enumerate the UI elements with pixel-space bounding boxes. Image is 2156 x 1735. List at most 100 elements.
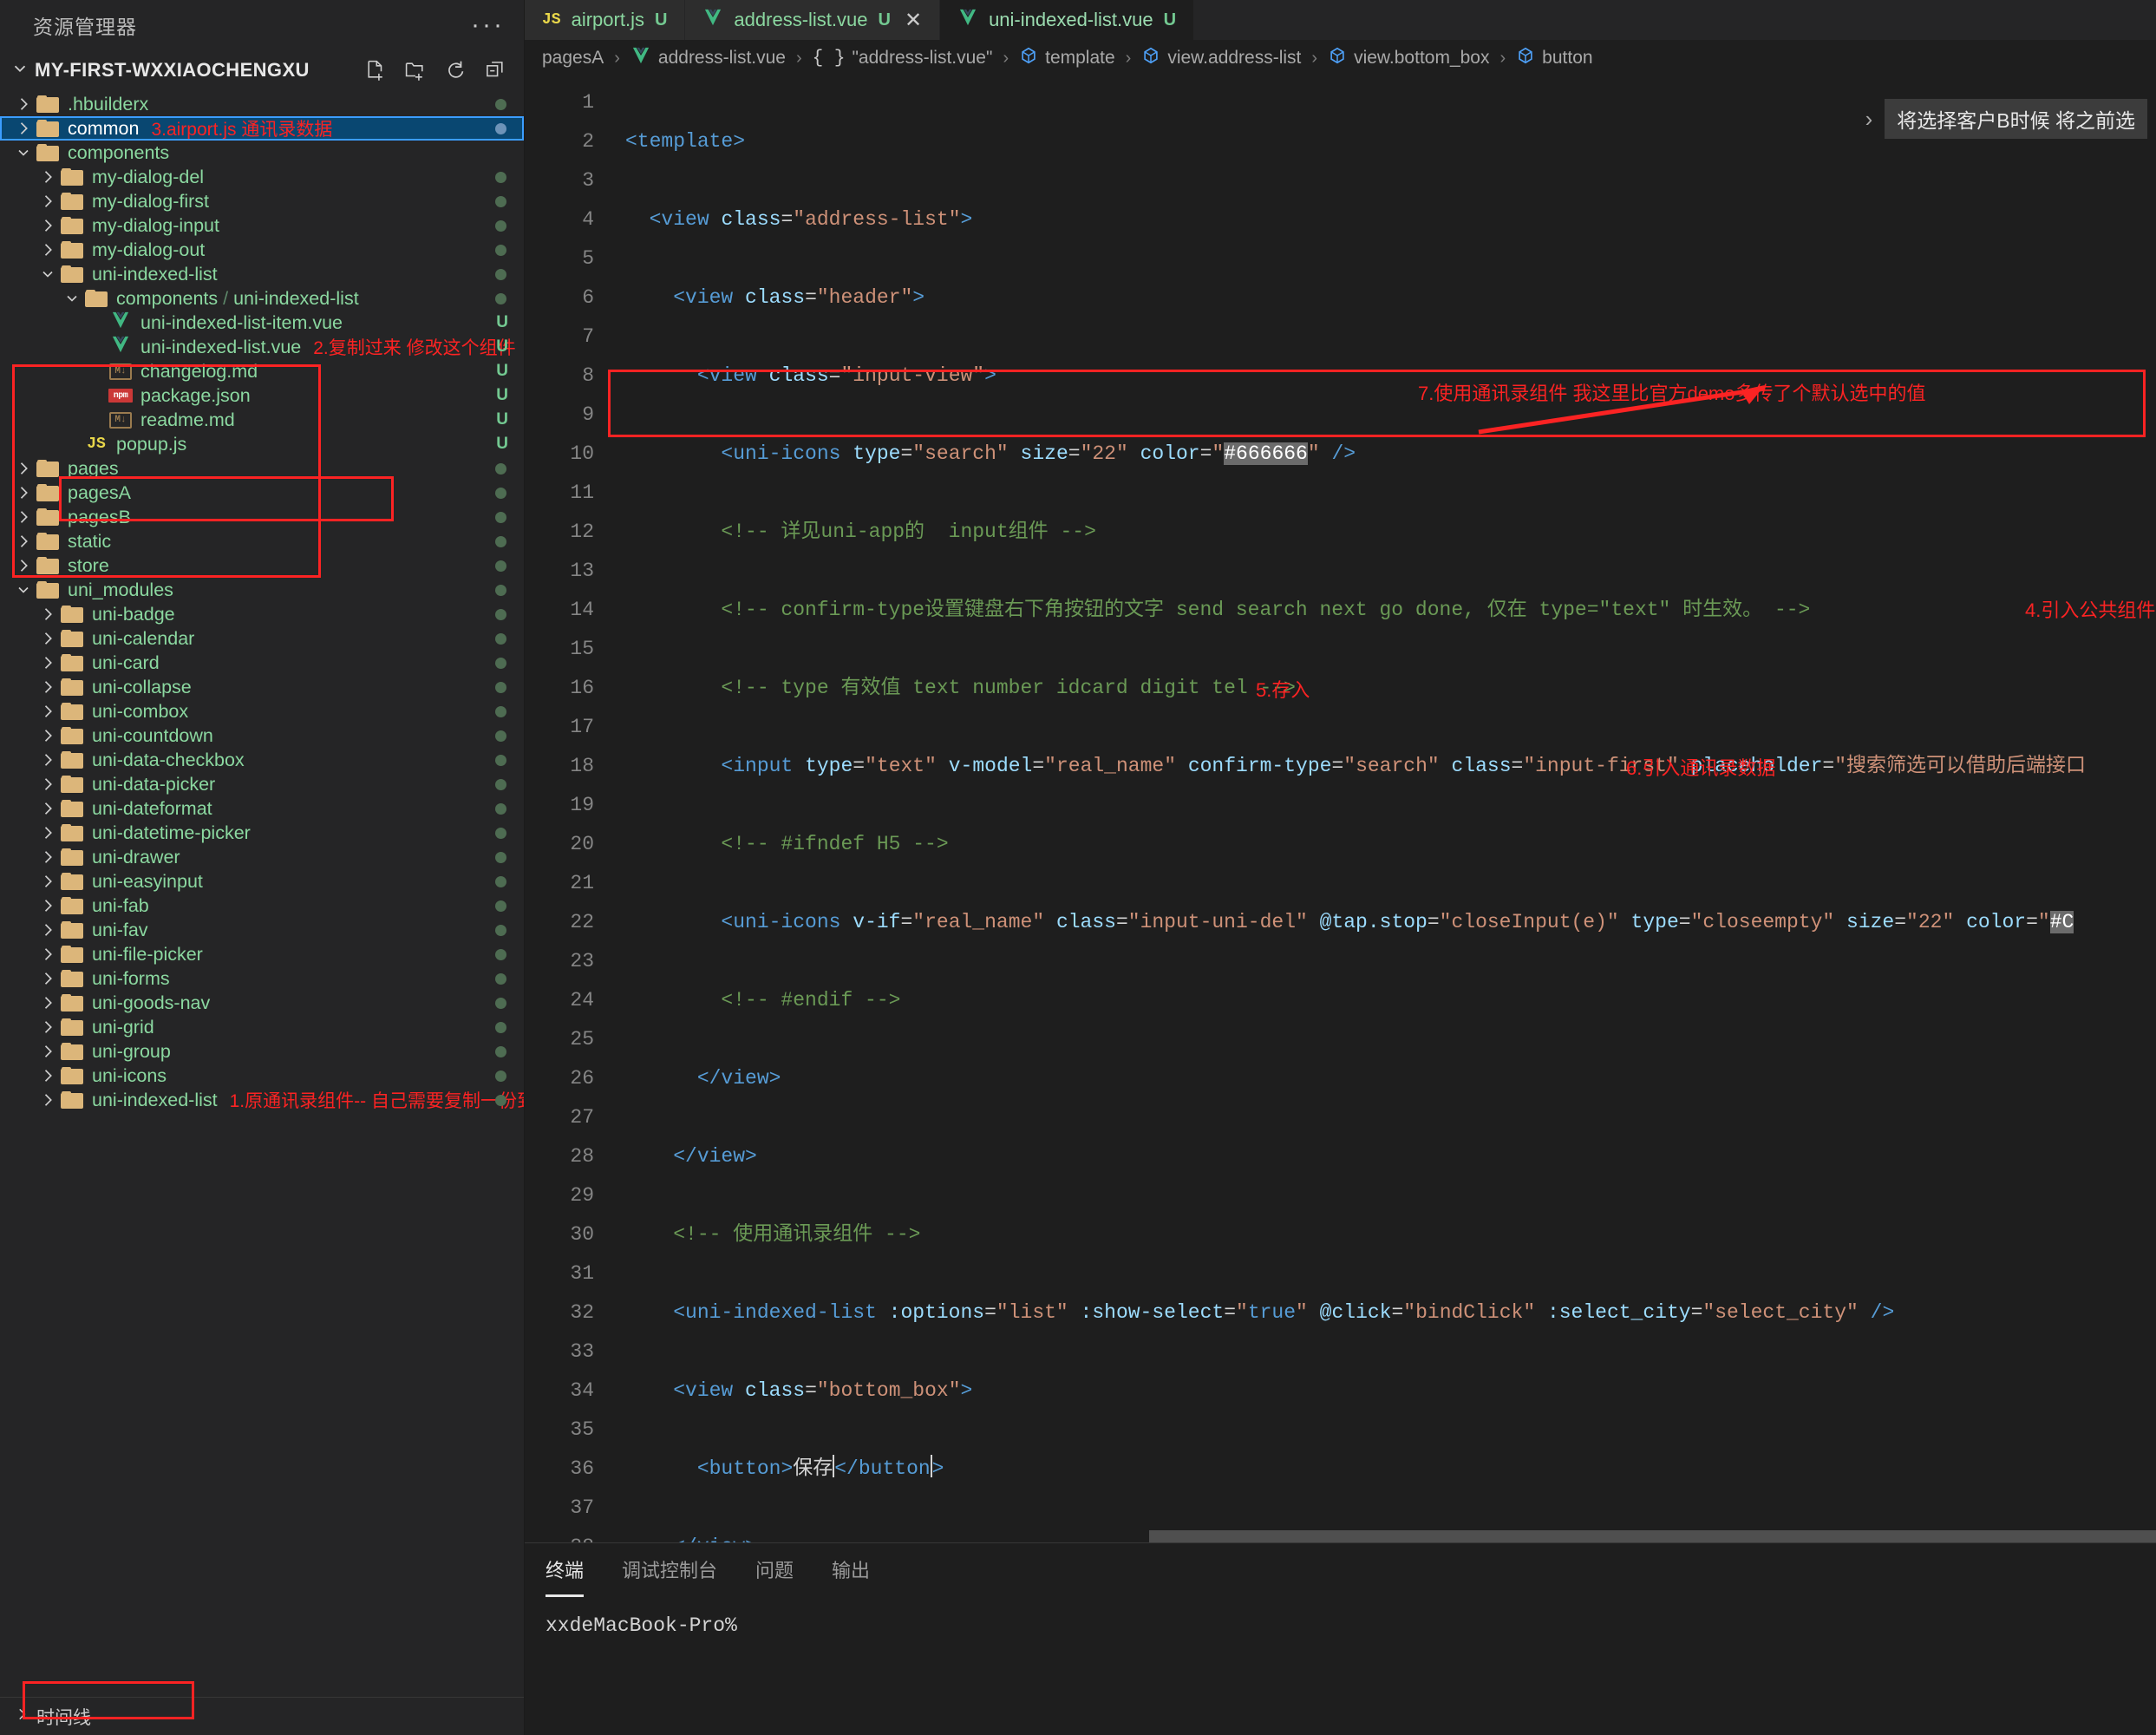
chevron-right-icon[interactable] <box>36 921 59 939</box>
tree-item-uni-grid[interactable]: uni-grid <box>0 1015 524 1039</box>
breadcrumb-item-6[interactable]: button <box>1516 46 1593 70</box>
panel-tab-问题[interactable]: 问题 <box>755 1555 794 1592</box>
tree-item-uni-indexed-list[interactable]: uni-indexed-list 1.原通讯录组件-- 自己需要复制一份到公共组件… <box>0 1088 524 1112</box>
chevron-right-icon[interactable] <box>36 897 59 914</box>
close-icon[interactable]: ✕ <box>905 8 922 33</box>
tree-item-static[interactable]: static <box>0 529 524 553</box>
breadcrumb-item-3[interactable]: template <box>1019 46 1115 70</box>
tree-item-uni-calendar[interactable]: uni-calendar <box>0 626 524 651</box>
editor-horizontal-scrollbar[interactable] <box>594 1530 2156 1542</box>
breadcrumb-item-4[interactable]: view.address-list <box>1141 46 1301 70</box>
chevron-right-icon[interactable] <box>36 606 59 623</box>
tree-item-common[interactable]: common 3.airport.js 通讯录数据 <box>0 116 524 141</box>
chevron-down-icon[interactable] <box>36 265 59 283</box>
chevron-right-icon[interactable] <box>36 168 59 186</box>
tree-item-package-json[interactable]: npm package.json U <box>0 383 524 408</box>
chevron-right-icon[interactable] <box>36 848 59 866</box>
chevron-right-icon[interactable] <box>36 751 59 769</box>
breadcrumb-item-2[interactable]: { } "address-list.vue" <box>813 48 993 69</box>
tree-item-my-dialog-first[interactable]: my-dialog-first <box>0 189 524 213</box>
tree-item-uni-forms[interactable]: uni-forms <box>0 966 524 991</box>
chevron-right-icon[interactable] <box>36 1091 59 1109</box>
chevron-right-icon[interactable] <box>36 1018 59 1036</box>
chevron-right-icon[interactable] <box>36 1067 59 1084</box>
chevron-right-icon[interactable] <box>36 678 59 696</box>
tree-item-uni-indexed-list-vue[interactable]: uni-indexed-list.vue 2.复制过来 修改这个组件 U <box>0 335 524 359</box>
tree-item-uni-file-picker[interactable]: uni-file-picker <box>0 942 524 966</box>
explorer-more-icon[interactable]: ··· <box>471 12 505 38</box>
timeline-section[interactable]: 时间线 <box>0 1697 524 1735</box>
editor-tab-bar[interactable]: JS airport.js Uaddress-list.vue U ✕ uni-index… <box>525 0 2156 40</box>
tree-item-uni-fav[interactable]: uni-fav <box>0 918 524 942</box>
tree-item-uni-indexed-list-item-vue[interactable]: uni-indexed-list-item.vue U <box>0 311 524 335</box>
panel-tab-bar[interactable]: 终端 调试控制台 问题 输出 <box>525 1543 2156 1597</box>
chevron-right-icon[interactable] <box>36 824 59 841</box>
chevron-right-icon[interactable] <box>36 654 59 671</box>
fold-gutter[interactable] <box>594 83 625 1542</box>
chevron-right-icon[interactable] <box>36 970 59 987</box>
tree-item-uni-drawer[interactable]: uni-drawer <box>0 845 524 869</box>
tree-item-uni-collapse[interactable]: uni-collapse <box>0 675 524 699</box>
chevron-right-icon[interactable] <box>36 873 59 890</box>
chevron-right-icon[interactable] <box>12 120 35 137</box>
tree-item-uni-data-checkbox[interactable]: uni-data-checkbox <box>0 748 524 772</box>
chevron-right-icon[interactable] <box>12 557 35 574</box>
chevron-right-icon[interactable] <box>36 800 59 817</box>
tree-item-uni-modules[interactable]: uni_modules <box>0 578 524 602</box>
tree-item-uni-fab[interactable]: uni-fab <box>0 894 524 918</box>
panel-tab-调试控制台[interactable]: 调试控制台 <box>622 1555 717 1592</box>
tree-item-my-dialog-out[interactable]: my-dialog-out <box>0 238 524 262</box>
tree-item-uni-group[interactable]: uni-group <box>0 1039 524 1064</box>
editor-tab-uni-indexed-list-vue[interactable]: uni-indexed-list.vue U <box>940 0 1195 40</box>
tree-item-uni-combox[interactable]: uni-combox <box>0 699 524 723</box>
code-content[interactable]: 1 2 3 4 5 6 7 8 9 10 11 12 13 14 15 16 17 18 19 20 21 22 23 24 2… <box>525 76 2156 1542</box>
tree-item-my-dialog-input[interactable]: my-dialog-input <box>0 213 524 238</box>
chevron-right-icon[interactable] <box>12 533 35 550</box>
new-folder-icon[interactable] <box>404 59 427 82</box>
tree-item-components-uni-indexed-list[interactable]: components / uni-indexed-list <box>0 286 524 311</box>
tree-item-uni-badge[interactable]: uni-badge <box>0 602 524 626</box>
tree-item--hbuilderx[interactable]: .hbuilderx <box>0 92 524 116</box>
chevron-right-icon[interactable] <box>36 776 59 793</box>
tree-item-popup-js[interactable]: JS popup.js U <box>0 432 524 456</box>
tree-item-pagesa[interactable]: pagesA <box>0 481 524 505</box>
tree-item-uni-goods-nav[interactable]: uni-goods-nav <box>0 991 524 1015</box>
breadcrumb[interactable]: pagesA › address-list.vue › { } "address-list… <box>525 40 2156 76</box>
collapse-all-icon[interactable] <box>484 59 506 82</box>
chevron-right-icon[interactable] <box>36 1043 59 1060</box>
tree-item-uni-dateformat[interactable]: uni-dateformat <box>0 796 524 821</box>
panel-tab-输出[interactable]: 输出 <box>832 1555 870 1592</box>
code-lines[interactable]: <template> <view class="address-list"> <… <box>625 83 2156 1542</box>
breadcrumb-item-0[interactable]: pagesA <box>542 48 604 69</box>
tree-item-uni-card[interactable]: uni-card <box>0 651 524 675</box>
breadcrumb-item-5[interactable]: view.bottom_box <box>1328 46 1490 70</box>
tree-item-uni-datetime-picker[interactable]: uni-datetime-picker <box>0 821 524 845</box>
chevron-right-icon[interactable]: › <box>1865 106 1873 133</box>
tree-item-pagesb[interactable]: pagesB <box>0 505 524 529</box>
editor-viewport[interactable]: 1 2 3 4 5 6 7 8 9 10 11 12 13 14 15 16 17 18 19 20 21 22 23 24 2… <box>525 76 2156 1542</box>
file-tree[interactable]: .hbuilderx common 3.airport.js 通讯录数据 compon… <box>0 90 524 1697</box>
terminal-output[interactable]: xxdeMacBook-Pro% <box>525 1592 2156 1637</box>
chevron-right-icon[interactable] <box>36 217 59 234</box>
chevron-right-icon[interactable] <box>12 460 35 477</box>
tree-item-uni-icons[interactable]: uni-icons <box>0 1064 524 1088</box>
chevron-right-icon[interactable] <box>36 946 59 963</box>
tree-item-store[interactable]: store <box>0 553 524 578</box>
chevron-right-icon[interactable] <box>36 193 59 210</box>
breadcrumb-item-1[interactable]: address-list.vue <box>630 47 786 69</box>
scrollbar-thumb[interactable] <box>1149 1530 2156 1542</box>
tree-item-uni-countdown[interactable]: uni-countdown <box>0 723 524 748</box>
editor-tab-address-list-vue[interactable]: address-list.vue U ✕ <box>685 0 941 40</box>
tree-item-my-dialog-del[interactable]: my-dialog-del <box>0 165 524 189</box>
chevron-right-icon[interactable] <box>36 994 59 1012</box>
chevron-right-icon[interactable] <box>36 727 59 744</box>
tree-item-readme-md[interactable]: M↓ readme.md U <box>0 408 524 432</box>
tree-item-components[interactable]: components <box>0 141 524 165</box>
chevron-down-icon[interactable] <box>10 59 29 82</box>
chevron-right-icon[interactable] <box>36 241 59 259</box>
chevron-right-icon[interactable] <box>12 95 35 113</box>
new-file-icon[interactable] <box>364 59 387 82</box>
tree-item-changelog-md[interactable]: M↓ changelog.md U <box>0 359 524 383</box>
chevron-down-icon[interactable] <box>12 581 35 599</box>
chevron-down-icon[interactable] <box>12 144 35 161</box>
